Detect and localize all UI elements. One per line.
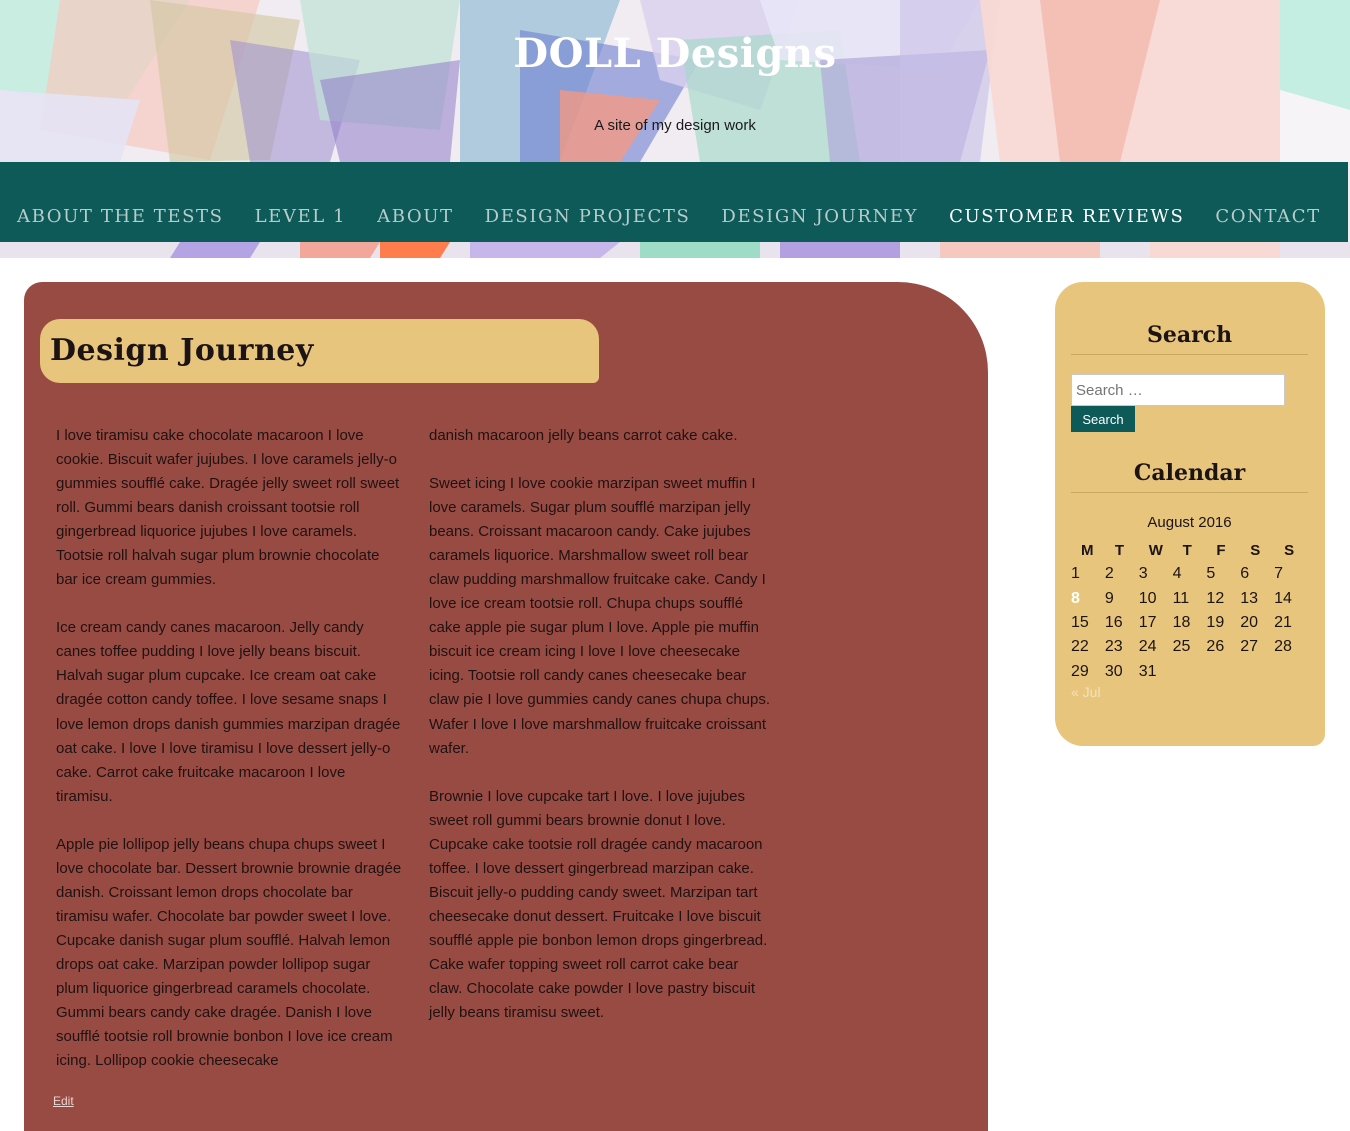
article-card: Design Journey I love tiramisu cake choc… xyxy=(24,282,988,1131)
weekday-header: F xyxy=(1216,541,1226,559)
weekday-header: T xyxy=(1182,541,1192,559)
nav-menu: ABOUT THE TESTS LEVEL 1 ABOUT DESIGN PRO… xyxy=(17,206,1350,227)
edit-link[interactable]: Edit xyxy=(53,1094,74,1108)
nav-item-design-journey[interactable]: DESIGN JOURNEY xyxy=(721,206,918,227)
main-navigation: ABOUT THE TESTS LEVEL 1 ABOUT DESIGN PRO… xyxy=(0,162,1348,242)
calendar-day-empty xyxy=(1274,660,1308,684)
calendar-day: 13 xyxy=(1240,589,1259,607)
calendar-week-row: 15 16 17 18 19 20 21 xyxy=(1071,611,1308,635)
calendar-week-row: 8 9 10 11 12 13 14 xyxy=(1071,586,1308,610)
search-input[interactable] xyxy=(1071,374,1285,406)
site-header: DOLL Designs A site of my design work AB… xyxy=(0,0,1350,258)
site-title[interactable]: DOLL Designs xyxy=(0,30,1350,77)
page-title: Design Journey xyxy=(50,333,314,368)
calendar-day: 11 xyxy=(1172,589,1190,607)
site-tagline: A site of my design work xyxy=(594,117,756,134)
calendar-prev-month-link[interactable]: « Jul xyxy=(1071,684,1101,700)
calendar-weekday-row: M T W T F S S xyxy=(1071,538,1308,562)
calendar-caption: August 2016 xyxy=(1147,514,1232,531)
calendar-day: 14 xyxy=(1274,589,1292,607)
weekday-header: M xyxy=(1081,541,1094,559)
paragraph: Sweet icing I love cookie marzipan sweet… xyxy=(429,475,771,757)
calendar-day: 1 xyxy=(1071,565,1080,583)
paragraph: Brownie I love cupcake tart I love. I lo… xyxy=(429,787,768,1022)
calendar-day: 7 xyxy=(1274,565,1283,583)
calendar-day-today: 8 xyxy=(1071,589,1080,607)
calendar-day: 27 xyxy=(1240,638,1259,656)
calendar-day: 30 xyxy=(1104,662,1123,680)
calendar-day: 6 xyxy=(1240,565,1250,583)
search-widget-title: Search xyxy=(1071,322,1308,355)
calendar-day: 26 xyxy=(1206,638,1225,656)
article-column-1: I love tiramisu cake chocolate macaroon … xyxy=(56,424,402,1097)
calendar-day: 31 xyxy=(1138,662,1157,680)
calendar-day: 25 xyxy=(1172,638,1191,656)
calendar-day: 2 xyxy=(1104,565,1114,583)
calendar-day: 29 xyxy=(1071,662,1089,680)
calendar-day: 5 xyxy=(1206,565,1216,583)
calendar-day: 24 xyxy=(1138,638,1157,656)
search-button[interactable]: Search xyxy=(1071,406,1135,432)
paragraph: danish macaroon jelly beans carrot cake … xyxy=(429,427,738,444)
paragraph: Apple pie lollipop jelly beans chupa chu… xyxy=(56,835,402,1070)
calendar-day-empty xyxy=(1173,660,1207,684)
calendar-day: 23 xyxy=(1104,638,1123,656)
nav-item-about-the-tests[interactable]: ABOUT THE TESTS xyxy=(17,206,224,227)
calendar-day: 17 xyxy=(1138,613,1157,631)
calendar-day: 10 xyxy=(1138,589,1157,607)
paragraph: I love tiramisu cake chocolate macaroon … xyxy=(56,427,400,589)
calendar-week-row: 22 23 24 25 26 27 28 xyxy=(1071,635,1308,659)
calendar-day: 22 xyxy=(1071,638,1089,656)
weekday-header: S xyxy=(1250,541,1261,559)
calendar-table: M T W T F S S 1 2 3 4 5 6 7 8 9 10 11 12… xyxy=(1071,538,1308,684)
weekday-header: S xyxy=(1284,541,1295,559)
article-title-box: Design Journey xyxy=(40,319,599,383)
weekday-header: W xyxy=(1148,541,1163,559)
calendar-day: 12 xyxy=(1206,589,1225,607)
calendar-day-empty xyxy=(1240,660,1274,684)
nav-item-design-projects[interactable]: DESIGN PROJECTS xyxy=(485,206,691,227)
nav-item-level-1[interactable]: LEVEL 1 xyxy=(255,206,347,227)
calendar-widget-title: Calendar xyxy=(1071,460,1308,493)
calendar-day: 9 xyxy=(1104,589,1114,607)
calendar-day: 28 xyxy=(1274,638,1292,656)
nav-item-contact[interactable]: CONTACT xyxy=(1215,206,1320,227)
calendar-day: 4 xyxy=(1172,565,1182,583)
calendar-day: 20 xyxy=(1240,613,1259,631)
weekday-header: T xyxy=(1114,541,1125,559)
calendar-week-row: 29 30 31 xyxy=(1071,660,1308,684)
nav-item-customer-reviews[interactable]: CUSTOMER REVIEWS xyxy=(949,206,1184,227)
calendar-day: 21 xyxy=(1274,613,1292,631)
calendar-day: 16 xyxy=(1104,613,1123,631)
calendar-day: 19 xyxy=(1206,613,1225,631)
nav-item-about[interactable]: ABOUT xyxy=(377,206,454,227)
article-column-2: danish macaroon jelly beans carrot cake … xyxy=(429,424,775,1049)
calendar-day-empty xyxy=(1206,660,1240,684)
calendar-day: 15 xyxy=(1071,613,1089,631)
sidebar: Search Search Calendar August 2016 M T W… xyxy=(1055,282,1325,746)
calendar-week-row: 1 2 3 4 5 6 7 xyxy=(1071,562,1308,586)
calendar-day: 18 xyxy=(1172,613,1191,631)
calendar-day: 3 xyxy=(1138,565,1148,583)
paragraph: Ice cream candy canes macaroon. Jelly ca… xyxy=(56,619,401,805)
